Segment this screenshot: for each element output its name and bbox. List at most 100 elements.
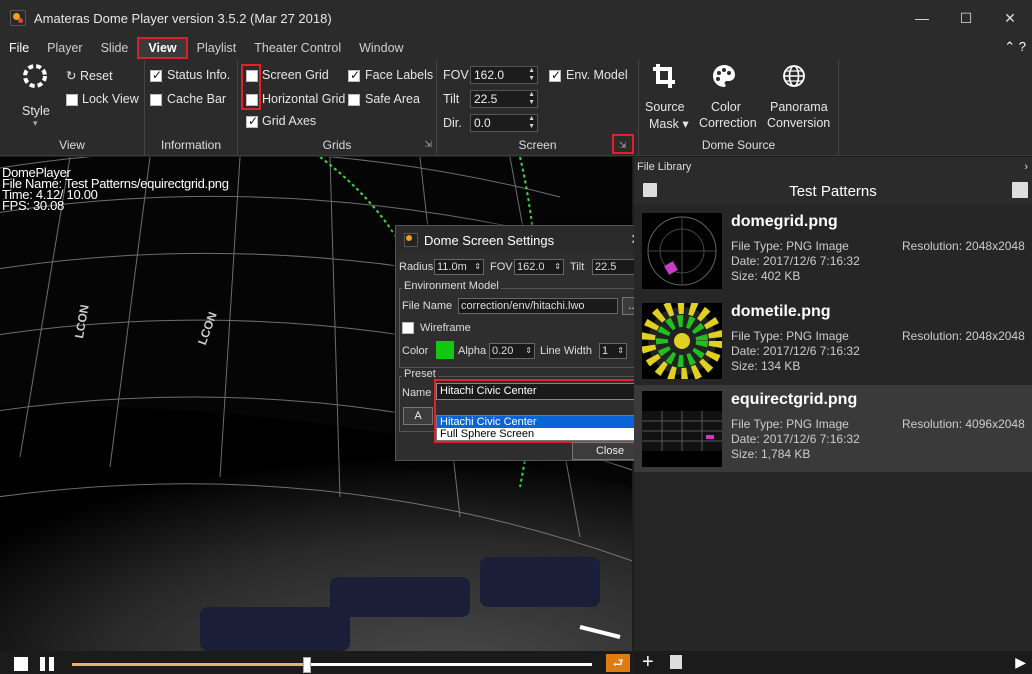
panel-collapse-icon[interactable]: › xyxy=(1024,157,1028,177)
face-labels-checkbox[interactable] xyxy=(348,68,360,82)
screen-settings-launcher-icon[interactable]: ⇲ xyxy=(619,140,627,151)
style-button[interactable]: Style xyxy=(22,104,50,118)
title-bar: Amateras Dome Player version 3.5.2 (Mar … xyxy=(0,0,1032,36)
menu-theater-control[interactable]: Theater Control xyxy=(245,37,350,59)
screen-grid-checkbox[interactable] xyxy=(246,70,258,82)
seek-thumb[interactable] xyxy=(303,657,312,673)
alpha-spin-icon[interactable]: ⇕ xyxy=(525,344,532,358)
dialog-title-bar[interactable]: Dome Screen Settings ✕ xyxy=(396,226,652,254)
grids-dialog-launcher-icon[interactable]: ⇲ xyxy=(424,139,432,150)
menu-player[interactable]: Player xyxy=(38,37,91,59)
line-width-spin-icon[interactable]: ⇕ xyxy=(617,344,624,358)
style-icon xyxy=(20,62,50,97)
fov-label: FOV xyxy=(443,68,469,82)
file-type: File Type: PNG Image xyxy=(731,417,849,431)
fov-spin-icon[interactable]: ⇕ xyxy=(554,260,561,274)
fov-spin-arrows-icon[interactable]: ▲ ▼ xyxy=(528,67,535,83)
env-model-checkbox[interactable] xyxy=(549,68,561,82)
list-item[interactable]: domegrid.png File Type: PNG Image Date: … xyxy=(634,207,1032,294)
file-size: Size: 402 KB xyxy=(731,269,801,283)
grid-view-icon[interactable] xyxy=(1012,182,1028,198)
apply-button[interactable]: A xyxy=(403,407,433,425)
cache-bar-checkbox[interactable] xyxy=(150,94,162,106)
radius-value: 11.0m xyxy=(437,261,467,273)
alpha-spinbox[interactable]: 0.20 ⇕ xyxy=(489,343,535,359)
dome-screen-settings-dialog: Dome Screen Settings ✕ Radius 11.0m ⇕ FOV… xyxy=(395,225,653,461)
preset-dropdown-list: Hitachi Civic Center Full Sphere Screen xyxy=(436,415,644,441)
tilt-spinbox[interactable]: 22.5 ▲ ▼ xyxy=(470,90,538,108)
stop-icon[interactable] xyxy=(14,657,28,671)
pause-icon[interactable] xyxy=(40,657,56,671)
preset-option-full-sphere[interactable]: Full Sphere Screen xyxy=(437,428,643,440)
menu-view[interactable]: View xyxy=(137,37,188,59)
file-resolution: Resolution: 2048x2048 xyxy=(902,239,1025,253)
file-name-field[interactable]: correction/env/hitachi.lwo xyxy=(458,298,618,314)
line-width-label: Line Width xyxy=(540,345,592,357)
loop-icon[interactable]: ⮐ xyxy=(606,654,630,672)
color-correction-button[interactable]: Color xyxy=(711,100,741,114)
wireframe-checkbox[interactable] xyxy=(402,322,414,334)
globe-icon xyxy=(779,62,809,97)
app-logo-icon xyxy=(10,10,26,26)
play-icon[interactable]: ▶ xyxy=(1015,654,1026,671)
menu-file[interactable]: File xyxy=(0,37,38,59)
trash-icon[interactable] xyxy=(670,655,682,669)
safe-area-checkbox[interactable] xyxy=(348,94,360,106)
file-library-title: File Library xyxy=(637,161,692,173)
lock-view-checkbox[interactable] xyxy=(66,94,78,106)
maximize-button[interactable]: ☐ xyxy=(944,0,988,36)
color-swatch[interactable] xyxy=(436,341,454,359)
dir-spinbox[interactable]: 0.0 ▲ ▼ xyxy=(470,114,538,132)
list-item[interactable]: dometile.png File Type: PNG Image Date: … xyxy=(634,297,1032,384)
environment-model-legend: Environment Model xyxy=(402,280,501,292)
ribbon-group-grids: Screen Grid Face Labels Horizontal Grid … xyxy=(238,60,437,156)
close-button[interactable]: ✕ xyxy=(988,0,1032,36)
dialog-fov-label: FOV xyxy=(490,261,513,273)
add-icon[interactable]: + xyxy=(642,651,654,673)
source-mask-label-2: Mask xyxy=(649,117,679,131)
grid-axes-checkbox[interactable] xyxy=(246,114,258,128)
reset-button[interactable]: ↻ Reset xyxy=(66,68,113,83)
ribbon-collapse-help-icon[interactable]: ⌃ ? xyxy=(1004,39,1026,55)
panorama-conversion-label: Conversion xyxy=(767,116,831,130)
screen-grid-label: Screen Grid xyxy=(262,68,329,82)
group-label-grids: Grids xyxy=(322,138,352,152)
dialog-fov-spinbox[interactable]: 162.0 ⇕ xyxy=(514,259,564,275)
menu-playlist[interactable]: Playlist xyxy=(188,37,246,59)
line-width-spinbox[interactable]: 1 ⇕ xyxy=(599,343,627,359)
menu-slide[interactable]: Slide xyxy=(92,37,138,59)
color-correction-label: Correction xyxy=(699,116,757,130)
tilt-spin-arrows-icon[interactable]: ▲ ▼ xyxy=(528,91,535,107)
file-type: File Type: PNG Image xyxy=(731,239,849,253)
status-info-checkbox[interactable] xyxy=(150,68,162,82)
horizontal-grid-label: Horizontal Grid xyxy=(262,92,346,106)
group-label-view: View xyxy=(59,138,85,152)
dir-spin-arrows-icon[interactable]: ▲ ▼ xyxy=(528,115,535,131)
radius-spinbox[interactable]: 11.0m ⇕ xyxy=(434,259,484,275)
dialog-tilt-value: 22.5 xyxy=(595,261,617,273)
radius-spin-icon[interactable]: ⇕ xyxy=(474,260,481,274)
dir-value: 0.0 xyxy=(474,116,491,130)
source-mask-button[interactable]: Source xyxy=(645,100,685,114)
seek-bar[interactable] xyxy=(72,663,592,666)
preset-option-hitachi[interactable]: Hitachi Civic Center xyxy=(437,416,643,428)
list-item[interactable]: equirectgrid.png File Type: PNG Image Da… xyxy=(634,385,1032,472)
dialog-tilt-label: Tilt xyxy=(570,261,585,273)
panorama-conversion-button[interactable]: Panorama xyxy=(770,100,828,114)
horizontal-grid-checkbox[interactable] xyxy=(246,94,258,106)
file-resolution: Resolution: 2048x2048 xyxy=(902,329,1025,343)
file-size: Size: 134 KB xyxy=(731,359,801,373)
fov-spinbox[interactable]: 162.0 ▲ ▼ xyxy=(470,66,538,84)
tilt-label: Tilt xyxy=(443,92,460,106)
file-type: File Type: PNG Image xyxy=(731,329,849,343)
preset-legend: Preset xyxy=(402,368,438,380)
lock-view-label: Lock View xyxy=(82,92,139,106)
preset-dropdown[interactable]: Hitachi Civic Center▾ xyxy=(436,383,644,400)
menu-window[interactable]: Window xyxy=(350,37,412,59)
minimize-button[interactable]: — xyxy=(900,0,944,36)
alpha-value: 0.20 xyxy=(492,345,514,357)
color-label: Color xyxy=(402,345,429,357)
group-label-screen: Screen xyxy=(518,138,557,152)
style-dropdown-arrow-icon[interactable]: ▾ xyxy=(33,118,38,129)
wireframe-label: Wireframe xyxy=(420,322,471,334)
